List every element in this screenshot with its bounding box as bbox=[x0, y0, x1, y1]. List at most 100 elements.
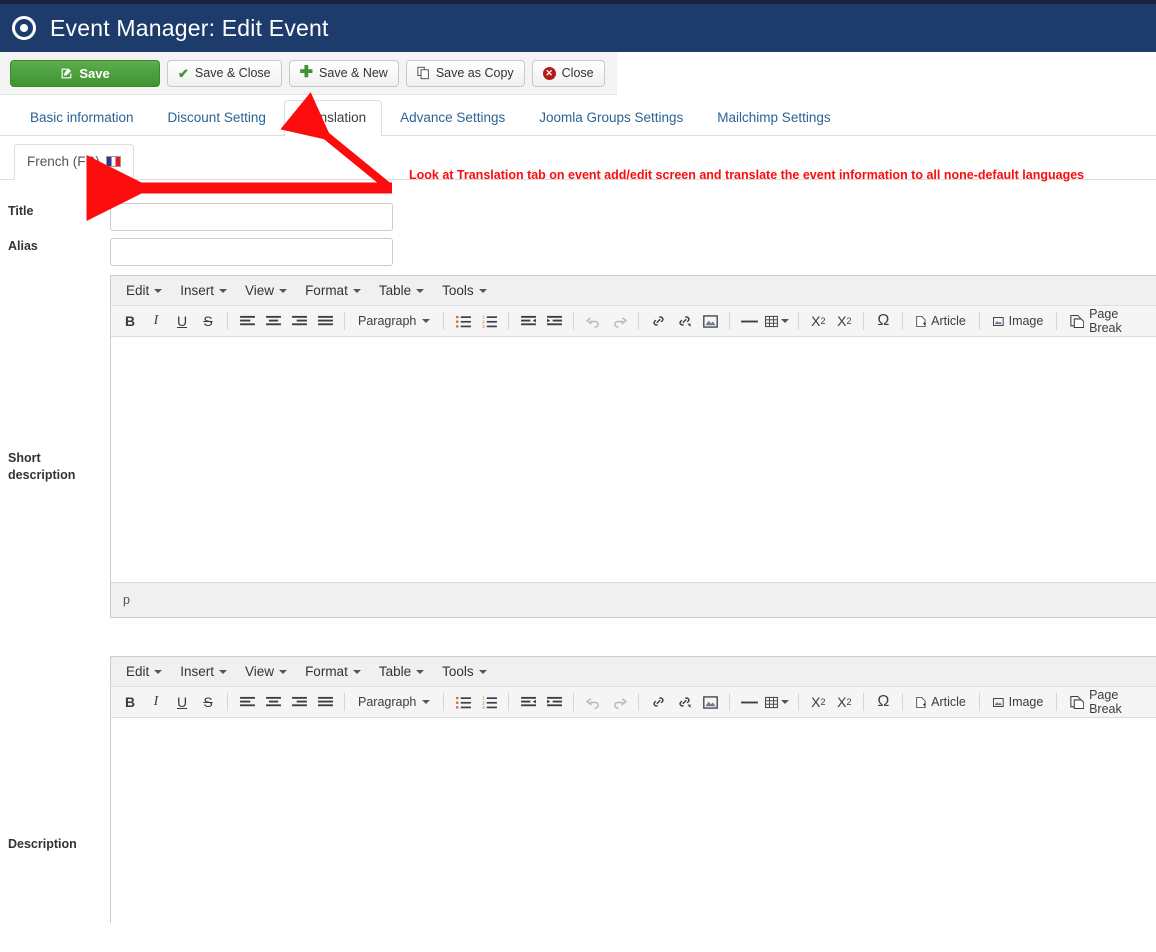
align-center-icon[interactable] bbox=[260, 690, 286, 715]
menu-format[interactable]: Format bbox=[296, 661, 370, 682]
link-icon[interactable] bbox=[645, 690, 671, 715]
align-justify-icon[interactable] bbox=[312, 690, 338, 715]
image-insert-icon[interactable] bbox=[697, 690, 723, 715]
language-tab-french[interactable]: French (FR) bbox=[14, 144, 134, 180]
unlink-icon[interactable] bbox=[671, 309, 697, 334]
special-character-icon[interactable]: Ω bbox=[870, 690, 896, 715]
title-input[interactable] bbox=[110, 203, 393, 231]
menu-edit[interactable]: Edit bbox=[117, 661, 171, 682]
toolbar-separator bbox=[798, 312, 800, 330]
plus-icon: ✚ bbox=[299, 64, 314, 81]
toolbar-separator bbox=[344, 312, 345, 330]
indent-icon[interactable] bbox=[541, 309, 567, 334]
menu-view[interactable]: View bbox=[236, 661, 296, 682]
bold-icon[interactable]: B bbox=[117, 309, 143, 334]
close-circle-icon: ✕ bbox=[542, 66, 556, 80]
horizontal-rule-icon[interactable] bbox=[736, 690, 762, 715]
menu-insert[interactable]: Insert bbox=[171, 280, 236, 301]
table-icon[interactable] bbox=[762, 309, 792, 334]
align-center-icon[interactable] bbox=[260, 309, 286, 334]
format-select[interactable]: Paragraph bbox=[351, 690, 437, 715]
toolbar-separator bbox=[863, 693, 865, 711]
save-button[interactable]: Save bbox=[10, 59, 160, 87]
copy-icon bbox=[417, 66, 430, 80]
tab-label: Mailchimp Settings bbox=[717, 110, 831, 125]
page-title: Event Manager: Edit Event bbox=[50, 14, 329, 41]
menu-tools[interactable]: Tools bbox=[433, 280, 496, 301]
chevron-down-icon bbox=[154, 288, 163, 293]
menu-insert[interactable]: Insert bbox=[171, 661, 236, 682]
insert-image-button[interactable]: Image bbox=[986, 690, 1050, 715]
menu-label: Tools bbox=[442, 664, 474, 679]
bold-icon[interactable]: B bbox=[117, 690, 143, 715]
outdent-icon[interactable] bbox=[515, 690, 541, 715]
menu-tools[interactable]: Tools bbox=[433, 661, 496, 682]
form-row-title: Title bbox=[0, 203, 1156, 231]
align-left-icon[interactable] bbox=[234, 309, 260, 334]
description-content-area[interactable] bbox=[111, 718, 1156, 923]
indent-icon[interactable] bbox=[541, 690, 567, 715]
insert-article-button[interactable]: Article bbox=[909, 690, 973, 715]
close-button[interactable]: ✕ Close bbox=[531, 59, 605, 87]
horizontal-rule-icon[interactable] bbox=[736, 309, 762, 334]
toolbar-separator bbox=[508, 312, 510, 330]
menu-table[interactable]: Table bbox=[370, 661, 433, 682]
strikethrough-icon[interactable]: S bbox=[195, 309, 221, 334]
subscript-icon[interactable]: X2 bbox=[805, 309, 831, 334]
superscript-icon[interactable]: X2 bbox=[831, 309, 857, 334]
save-as-copy-button[interactable]: Save as Copy bbox=[405, 59, 525, 87]
short-description-content-area[interactable] bbox=[111, 337, 1156, 582]
menu-view[interactable]: View bbox=[236, 280, 296, 301]
tab-advance-settings[interactable]: Advance Settings bbox=[384, 100, 521, 135]
undo-icon[interactable] bbox=[580, 309, 606, 334]
underline-icon[interactable]: U bbox=[169, 690, 195, 715]
insert-article-label: Article bbox=[931, 695, 966, 709]
align-right-icon[interactable] bbox=[286, 309, 312, 334]
undo-icon[interactable] bbox=[580, 690, 606, 715]
outdent-icon[interactable] bbox=[515, 309, 541, 334]
chevron-down-icon bbox=[279, 669, 288, 674]
numbered-list-icon[interactable]: 123 bbox=[476, 309, 502, 334]
strikethrough-icon[interactable]: S bbox=[195, 690, 221, 715]
numbered-list-icon[interactable]: 123 bbox=[476, 690, 502, 715]
superscript-icon[interactable]: X2 bbox=[831, 690, 857, 715]
menu-table[interactable]: Table bbox=[370, 280, 433, 301]
link-icon[interactable] bbox=[645, 309, 671, 334]
bullet-list-icon[interactable] bbox=[450, 690, 476, 715]
redo-icon[interactable] bbox=[606, 690, 632, 715]
align-left-icon[interactable] bbox=[234, 690, 260, 715]
table-icon[interactable] bbox=[762, 690, 792, 715]
menu-label: Format bbox=[305, 664, 348, 679]
tab-translation[interactable]: Translation bbox=[283, 100, 383, 136]
toolbar-separator bbox=[573, 693, 575, 711]
align-justify-icon[interactable] bbox=[312, 309, 338, 334]
align-right-icon[interactable] bbox=[286, 690, 312, 715]
redo-icon[interactable] bbox=[606, 309, 632, 334]
italic-icon[interactable]: I bbox=[143, 690, 169, 715]
bullet-list-icon[interactable] bbox=[450, 309, 476, 334]
insert-article-button[interactable]: Article bbox=[909, 309, 973, 334]
underline-icon[interactable]: U bbox=[169, 309, 195, 334]
tab-basic-information[interactable]: Basic information bbox=[14, 100, 150, 135]
toolbar-separator bbox=[902, 312, 904, 330]
save-and-new-button[interactable]: ✚ Save & New bbox=[288, 59, 399, 87]
insert-page-break-button[interactable]: Page Break bbox=[1063, 688, 1156, 716]
image-insert-icon[interactable] bbox=[697, 309, 723, 334]
insert-image-button[interactable]: Image bbox=[986, 309, 1050, 334]
alias-input[interactable] bbox=[110, 238, 393, 266]
menu-edit[interactable]: Edit bbox=[117, 280, 171, 301]
italic-icon[interactable]: I bbox=[143, 309, 169, 334]
special-character-icon[interactable]: Ω bbox=[870, 309, 896, 334]
insert-image-label: Image bbox=[1008, 695, 1044, 709]
tab-mailchimp-settings[interactable]: Mailchimp Settings bbox=[701, 100, 846, 135]
unlink-icon[interactable] bbox=[671, 690, 697, 715]
toolbar-separator bbox=[978, 693, 980, 711]
tab-discount-setting[interactable]: Discount Setting bbox=[152, 100, 282, 135]
tab-joomla-groups-settings[interactable]: Joomla Groups Settings bbox=[523, 100, 699, 135]
save-and-close-button[interactable]: ✔ Save & Close bbox=[167, 59, 282, 87]
format-select[interactable]: Paragraph bbox=[351, 309, 437, 334]
insert-page-break-button[interactable]: Page Break bbox=[1063, 307, 1156, 335]
title-field-wrap bbox=[110, 203, 1156, 231]
menu-format[interactable]: Format bbox=[296, 280, 370, 301]
subscript-icon[interactable]: X2 bbox=[805, 690, 831, 715]
